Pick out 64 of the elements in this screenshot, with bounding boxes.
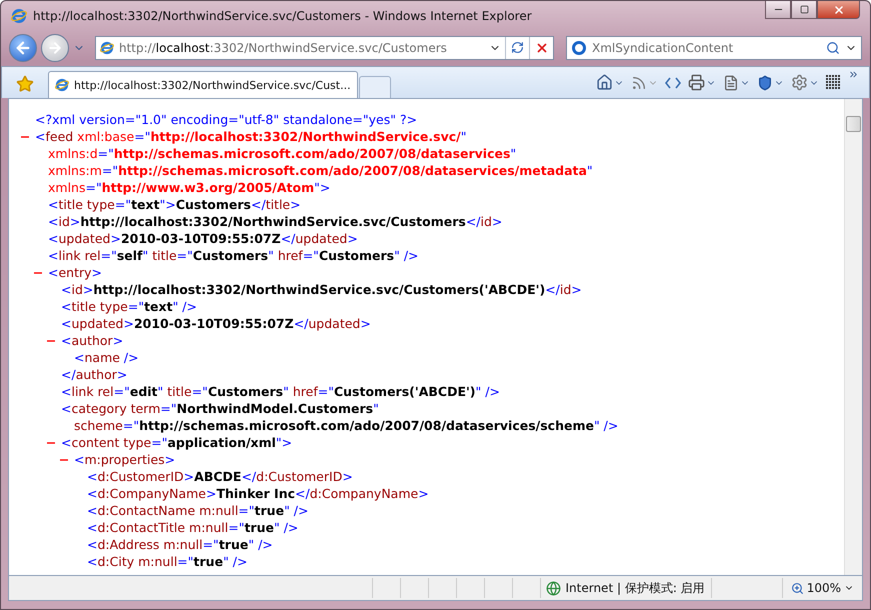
xml-line: <updated>2010-03-10T09:55:07Z</updated>: [61, 316, 371, 331]
zoom-icon: [790, 582, 804, 594]
xml-line: <title type="text">Customers</title>: [48, 197, 301, 212]
star-icon: [16, 75, 34, 93]
xml-line: xmlns:m="http://schemas.microsoft.com/ado/2007/08/dataservices/metadata": [48, 163, 593, 178]
maximize-icon: [800, 5, 808, 14]
arrow-right-icon: [47, 40, 63, 56]
xml-line: scheme="http://schemas.microsoft.com/ado/2007/08/dataservices/scheme" />: [74, 418, 618, 433]
xml-line: <?xml version="1.0" encoding="utf-8" standalone="yes" ?>: [35, 112, 418, 127]
xml-line: <d:ContactTitle m:null="true" />: [87, 520, 298, 535]
read-mail-button[interactable]: [663, 76, 683, 90]
xml-line: <m:properties>: [74, 452, 176, 467]
globe-icon: [546, 580, 560, 596]
browser-logo-icon: [11, 8, 27, 24]
address-field[interactable]: http://localhost:3302/NorthwindService.svc/Customers: [95, 36, 554, 60]
xml-line: <updated>2010-03-10T09:55:07Z</updated>: [48, 231, 358, 246]
xml-line: <author>: [61, 333, 124, 348]
feed-icon: [631, 74, 647, 90]
code-brackets-icon: [665, 76, 681, 90]
xml-line: <id>http://localhost:3302/NorthwindService.svc/Customers</id>: [48, 214, 502, 229]
xml-line: <id>http://localhost:3302/NorthwindService.svc/Customers('ABCDE')</id>: [61, 282, 582, 297]
gear-icon: [791, 74, 808, 91]
xml-line: <link rel="edit" title="Customers" href="Customers('ABCDE')" />: [61, 384, 500, 399]
zoom-button[interactable]: 100%: [782, 578, 862, 598]
close-button[interactable]: [817, 1, 860, 19]
search-icon: [826, 40, 840, 54]
xml-line: <d:City m:null="true" />: [87, 554, 248, 569]
window-title: http://localhost:3302/NorthwindService.svc/Customers - Windows Internet Explorer: [33, 9, 533, 23]
browser-logo-icon: [100, 40, 114, 54]
xml-line: <d:Address m:null="true" />: [87, 537, 273, 552]
refresh-icon: [511, 41, 524, 54]
security-zone-status: Internet | 保护模式: 启用: [566, 580, 705, 596]
xml-line: xmlns="http://www.w3.org/2005/Atom">: [48, 180, 330, 195]
shield-icon: [757, 74, 773, 90]
forward-button[interactable]: [41, 34, 69, 62]
scrollbar[interactable]: [844, 99, 862, 575]
minimize-button[interactable]: [765, 1, 791, 19]
xml-line: <category term="NorthwindModel.Customers": [61, 401, 379, 416]
xml-line: </author>: [61, 367, 128, 382]
close-icon: [534, 40, 548, 54]
research-button[interactable]: [824, 75, 843, 90]
xml-line: <feed xml:base="http://localhost:3302/NorthwindService.svc/": [35, 129, 466, 144]
back-button[interactable]: [9, 34, 37, 62]
xml-line: <link rel="self" title="Customers" href="Customers" />: [48, 248, 419, 263]
browser-logo-icon: [55, 78, 69, 92]
browser-tab[interactable]: http://localhost:3302/NorthwindService.svc/Cust...: [48, 71, 358, 98]
xml-line: <title type="text" />: [61, 299, 197, 314]
xml-line: <d:ContactName m:null="true" />: [87, 503, 308, 518]
xml-line: <content type="application/xml">: [61, 435, 292, 450]
maximize-button[interactable]: [791, 1, 817, 19]
search-field[interactable]: XmlSyndicationContent: [566, 36, 862, 60]
xml-line: xmlns:d="http://schemas.microsoft.com/ado/2007/08/dataservices": [48, 146, 516, 161]
search-button[interactable]: [826, 40, 840, 54]
xml-line: <d:CompanyName>Thinker Inc</d:CompanyName>: [87, 486, 429, 501]
xml-line: <d:CustomerID>ABCDE</d:CustomerID>: [87, 469, 353, 484]
close-icon: [832, 4, 844, 16]
search-provider-icon: [571, 40, 587, 56]
home-icon: [596, 74, 613, 91]
xml-line: <entry>: [48, 265, 102, 280]
xml-line: <name />: [74, 350, 139, 365]
double-chevron-icon: [848, 68, 859, 80]
dot-grid-icon: [826, 75, 841, 90]
printer-icon: [688, 74, 705, 91]
page-icon: [723, 74, 739, 90]
